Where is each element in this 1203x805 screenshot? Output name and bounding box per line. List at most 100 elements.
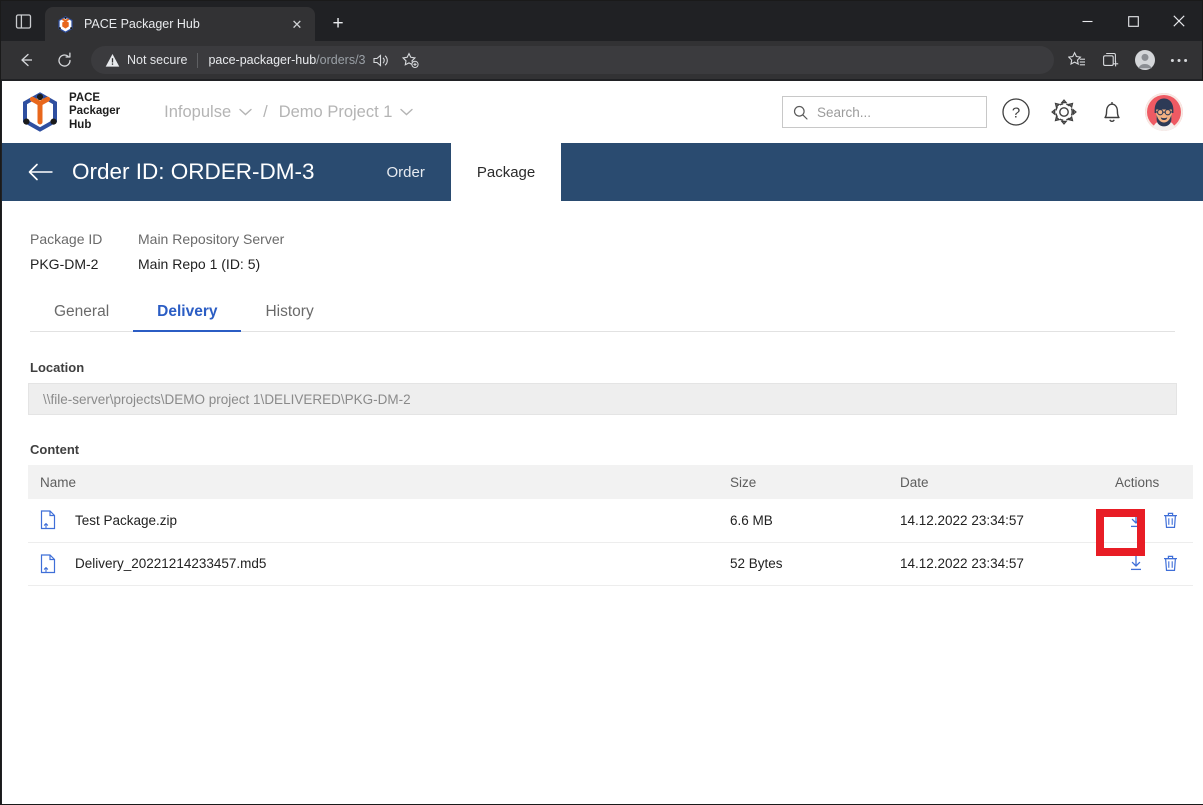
settings-gear-icon[interactable]	[1045, 93, 1083, 131]
reload-icon[interactable]	[48, 44, 80, 76]
page-content: PACE Packager Hub Infopulse / Demo Proje…	[2, 81, 1203, 804]
search-input[interactable]	[817, 104, 976, 120]
minimize-button[interactable]	[1064, 1, 1110, 41]
url-text: pace-packager-hub/orders/3	[208, 53, 365, 67]
back-arrow-icon[interactable]	[10, 44, 42, 76]
order-bar: Order ID: ORDER-DM-3 Order Package	[2, 143, 1203, 201]
column-header-size[interactable]: Size	[718, 465, 888, 499]
app-header: PACE Packager Hub Infopulse / Demo Proje…	[2, 81, 1203, 143]
omnibox-divider	[197, 52, 199, 68]
content-table-body: Test Package.zip 6.6 MB 14.12.2022 23:34…	[28, 499, 1193, 586]
tab-general[interactable]: General	[30, 303, 133, 331]
tab-history[interactable]: History	[241, 303, 337, 331]
search-box[interactable]	[782, 96, 987, 128]
omnibox-actions	[366, 46, 426, 74]
location-label: Location	[30, 360, 85, 375]
breadcrumb-item-project[interactable]: Demo Project 1	[279, 103, 414, 122]
url-host: pace-packager-hub	[208, 53, 317, 67]
package-id-value: PKG-DM-2	[30, 256, 99, 272]
profile-avatar-icon[interactable]	[1128, 44, 1162, 76]
browser-addressbar: Not secure pace-packager-hub/orders/3	[1, 41, 1202, 79]
add-favorite-star-icon[interactable]	[396, 46, 426, 74]
table-row[interactable]: Delivery_20221214233457.md5 52 Bytes 14.…	[28, 542, 1193, 586]
file-name-label: Test Package.zip	[75, 512, 178, 528]
maximize-button[interactable]	[1110, 1, 1156, 41]
file-name-cell: Delivery_20221214233457.md5	[28, 542, 718, 586]
repository-server-value: Main Repo 1 (ID: 5)	[138, 256, 261, 272]
tab-list-icon[interactable]	[1, 1, 45, 41]
close-tab-icon[interactable]: ✕	[287, 14, 307, 34]
breadcrumb-item-organization[interactable]: Infopulse	[164, 103, 252, 122]
table-header-row: Name Size Date Actions	[28, 465, 1193, 499]
file-date-cell: 14.12.2022 23:34:57	[888, 499, 1103, 543]
row-actions-cell	[1103, 542, 1193, 586]
download-icon[interactable]	[1125, 552, 1147, 574]
file-date-cell: 14.12.2022 23:34:57	[888, 542, 1103, 586]
content-table: Name Size Date Actions Test Package.zip …	[28, 465, 1193, 586]
app-logo[interactable]: PACE Packager Hub	[20, 91, 120, 133]
file-document-icon	[40, 553, 57, 574]
svg-text:?: ?	[1012, 105, 1020, 122]
browser-window: PACE Packager Hub ✕ + Not secure pace-pa…	[0, 0, 1203, 805]
breadcrumb-organization-label: Infopulse	[164, 102, 232, 121]
user-avatar[interactable]	[1145, 93, 1183, 131]
logo-line-3: Hub	[69, 118, 92, 131]
tab-delivery[interactable]: Delivery	[133, 303, 242, 332]
location-input[interactable]: \\file-server\projects\DEMO project 1\DE…	[28, 383, 1177, 415]
warning-triangle-icon	[105, 53, 120, 68]
tab-order[interactable]: Order	[361, 143, 451, 201]
breadcrumb: Infopulse / Demo Project 1	[164, 102, 414, 122]
file-name-cell: Test Package.zip	[28, 499, 718, 543]
package-tabs: General Delivery History	[30, 303, 1175, 332]
tab-package[interactable]: Package	[450, 143, 562, 201]
delete-trash-icon[interactable]	[1159, 552, 1181, 574]
url-path: /orders/3	[316, 53, 366, 67]
notifications-bell-icon[interactable]	[1093, 93, 1131, 131]
window-controls	[1064, 1, 1202, 41]
package-id-field: Package ID PKG-DM-2	[30, 231, 138, 272]
row-actions-cell	[1103, 499, 1193, 543]
file-document-icon	[40, 510, 57, 530]
pace-hexagon-logo-icon	[57, 15, 74, 33]
url-bar[interactable]: Not secure pace-packager-hub/orders/3	[91, 46, 1054, 74]
more-options-icon[interactable]	[1162, 44, 1196, 76]
download-icon[interactable]	[1125, 509, 1147, 531]
order-tabs: Order Package	[361, 143, 562, 201]
search-icon	[793, 105, 808, 120]
app-logo-text: PACE Packager Hub	[69, 92, 120, 133]
security-status-label: Not secure	[127, 53, 188, 67]
file-size-cell: 6.6 MB	[718, 499, 888, 543]
repository-server-field: Main Repository Server Main Repo 1 (ID: …	[138, 231, 284, 272]
browser-titlebar: PACE Packager Hub ✕ +	[1, 1, 1202, 41]
delete-trash-icon[interactable]	[1159, 509, 1181, 531]
favorites-list-icon[interactable]	[1060, 44, 1094, 76]
chevron-down-icon	[400, 108, 414, 116]
package-info: Package ID PKG-DM-2 Main Repository Serv…	[2, 201, 1203, 272]
file-name-label: Delivery_20221214233457.md5	[75, 556, 267, 571]
column-header-date[interactable]: Date	[888, 465, 1103, 499]
package-id-label: Package ID	[30, 231, 103, 247]
breadcrumb-separator: /	[263, 102, 268, 121]
file-size-cell: 52 Bytes	[718, 542, 888, 586]
repository-server-label: Main Repository Server	[138, 231, 285, 247]
new-tab-button[interactable]: +	[323, 9, 353, 39]
browser-tab[interactable]: PACE Packager Hub ✕	[45, 7, 315, 41]
content-table-head: Name Size Date Actions	[28, 465, 1193, 499]
pace-hexagon-logo-icon	[20, 91, 60, 133]
browser-tab-title: PACE Packager Hub	[84, 17, 200, 31]
content-label: Content	[30, 442, 80, 457]
header-actions: ?	[782, 93, 1183, 131]
column-header-actions: Actions	[1103, 465, 1193, 499]
help-icon[interactable]: ?	[997, 93, 1035, 131]
table-row[interactable]: Test Package.zip 6.6 MB 14.12.2022 23:34…	[28, 499, 1193, 543]
chevron-down-icon	[239, 108, 252, 116]
collections-icon[interactable]	[1094, 44, 1128, 76]
back-arrow-icon[interactable]	[28, 143, 72, 201]
column-header-name[interactable]: Name	[28, 465, 718, 499]
close-window-button[interactable]	[1156, 1, 1202, 41]
logo-line-2: Packager	[69, 105, 121, 118]
page-title: Order ID: ORDER-DM-3	[72, 159, 315, 184]
logo-line-1: PACE	[69, 91, 101, 104]
read-aloud-icon[interactable]	[366, 46, 396, 74]
breadcrumb-project-label: Demo Project 1	[278, 102, 393, 121]
